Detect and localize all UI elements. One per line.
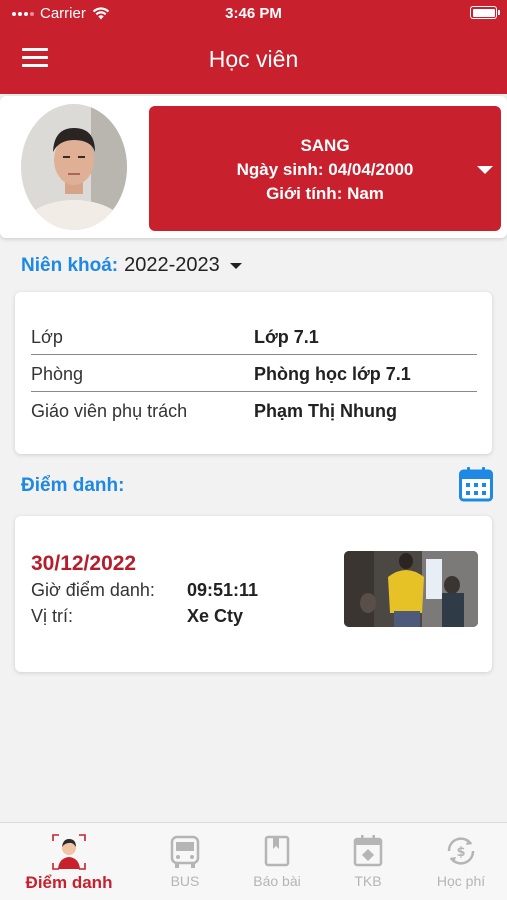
caret-down-icon [477,166,493,174]
info-value: Phạm Thị Nhung [254,401,397,421]
bottom-tab-bar: Điểm danh BUS Báo bài TKB $ Học phí [0,822,507,900]
svg-text:$: $ [456,845,465,860]
info-value: Lớp 7.1 [254,327,319,347]
tab-bao-bai[interactable]: Báo bài [227,823,327,900]
attendance-photo[interactable] [344,551,478,627]
location-label: Vị trí: [31,606,74,626]
tab-tkb[interactable]: TKB [318,823,418,900]
battery-icon [470,6,497,19]
student-avatar [21,104,127,230]
tab-label: TKB [354,873,382,889]
tab-hoc-phi[interactable]: $ Học phí [411,823,507,900]
attendance-label: Điểm danh: [21,475,125,496]
status-bar: Carrier 3:46 PM [0,0,507,28]
student-icon [52,834,86,870]
tab-label: Học phí [436,873,486,889]
student-profile-panel: SANG Ngày sinh: 04/04/2000 Giới tính: Na… [0,96,507,238]
tuition-fee-icon: $ [447,837,475,865]
location-value: Xe Cty [187,606,244,626]
battery-tip [498,10,500,15]
attendance-photo-image [344,551,478,627]
attendance-header: Điểm danh: [21,466,493,506]
calendar-icon[interactable] [459,466,493,502]
info-row-class: Lớp Lớp 7.1 [31,318,477,355]
check-in-time-label: Giờ điểm danh: [31,580,155,600]
timetable-icon [353,835,383,867]
app-header: Carrier 3:46 PM Học viên [0,0,507,94]
class-info-card: Lớp Lớp 7.1 Phòng Phòng học lớp 7.1 Giáo… [15,292,492,454]
student-dob: Ngày sinh: 04/04/2000 [236,160,414,179]
school-year-selector[interactable]: Niên khoá: 2022-2023 [21,254,242,277]
status-time: 3:46 PM [225,5,282,22]
bus-icon [170,835,200,868]
tab-bus[interactable]: BUS [135,823,235,900]
book-icon [264,835,290,867]
school-year-label: Niên khoá: [21,254,119,276]
info-label: Phòng [31,364,84,384]
tab-label: Điểm danh [25,873,113,892]
info-row-room: Phòng Phòng học lớp 7.1 [31,355,477,392]
tab-diem-danh[interactable]: Điểm danh [19,823,119,900]
info-label: Giáo viên phụ trách [31,401,188,421]
attendance-record-card[interactable]: 30/12/2022 Giờ điểm danh: 09:51:11 Vị tr… [15,516,492,672]
page-title: Học viên [208,46,299,72]
info-row-teacher: Giáo viên phụ trách Phạm Thị Nhung [31,392,477,429]
attendance-date: 30/12/2022 [31,552,137,575]
info-value: Phòng học lớp 7.1 [254,364,411,384]
info-label: Lớp [31,327,63,347]
school-year-value: 2022-2023 [124,254,220,276]
tab-label: BUS [170,873,200,889]
tab-label: Báo bài [253,873,301,889]
student-gender: Giới tính: Nam [266,184,384,203]
student-selector[interactable]: SANG Ngày sinh: 04/04/2000 Giới tính: Na… [149,106,501,231]
avatar-photo [21,104,127,230]
caret-down-icon [229,262,242,269]
check-in-time-value: 09:51:11 [187,580,259,600]
student-name: SANG [300,136,350,155]
